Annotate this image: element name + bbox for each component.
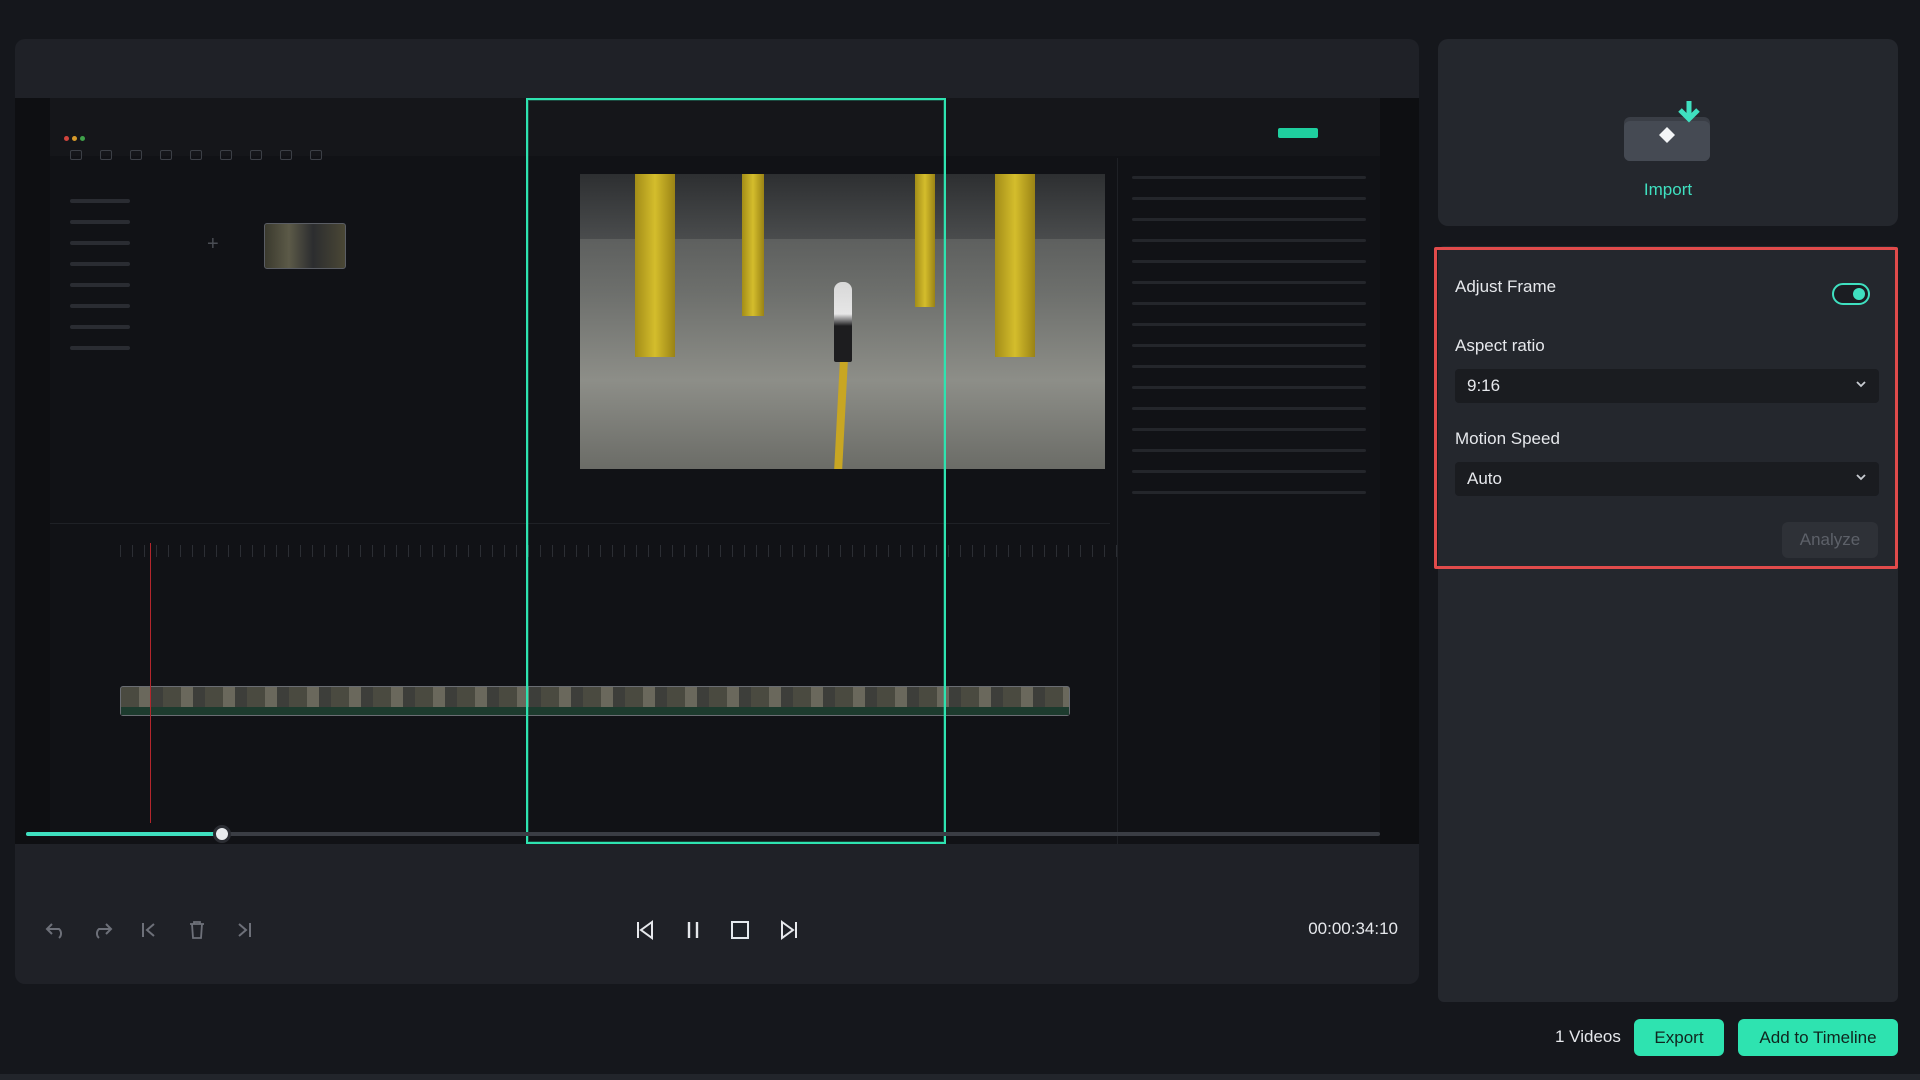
motion-speed-label: Motion Speed [1455, 429, 1560, 448]
mock-playhead [150, 543, 151, 823]
add-to-timeline-button[interactable]: Add to Timeline [1738, 1019, 1898, 1056]
analyze-button[interactable]: Analyze [1782, 522, 1878, 558]
adjust-frame-toggle[interactable] [1832, 283, 1870, 305]
window-title [780, 0, 1180, 6]
seek-bar-progress [26, 832, 223, 836]
aspect-ratio-select[interactable]: 9:16 [1455, 369, 1879, 403]
mock-media-thumbnail [264, 223, 346, 269]
mock-properties-panel [1117, 158, 1380, 844]
chevron-down-icon [1855, 470, 1867, 486]
import-button[interactable]: Import [1438, 39, 1898, 226]
chevron-down-icon [1855, 377, 1867, 393]
seek-bar[interactable] [26, 825, 1380, 843]
mock-toolbar [70, 150, 322, 170]
pause-icon[interactable] [677, 914, 709, 946]
crop-frame-box[interactable] [526, 98, 946, 844]
mock-import-plus-icon: + [207, 233, 219, 255]
export-button[interactable]: Export [1634, 1019, 1724, 1056]
jump-start-icon[interactable] [133, 914, 165, 946]
toggle-knob [1853, 288, 1865, 300]
import-label: Import [1643, 180, 1693, 199]
timecode: 00:00:34:10 [1308, 919, 1398, 938]
mock-export-button [1278, 128, 1318, 138]
motion-speed-select[interactable]: Auto [1455, 462, 1879, 496]
motion-speed-value: Auto [1467, 469, 1502, 488]
aspect-ratio-label: Aspect ratio [1455, 336, 1545, 355]
next-frame-icon[interactable] [773, 914, 805, 946]
stop-icon[interactable] [724, 914, 756, 946]
adjust-frame-label: Adjust Frame [1455, 277, 1557, 296]
mock-window-dots [64, 128, 88, 146]
trash-icon[interactable] [181, 914, 213, 946]
videos-count: 1 Videos [1555, 1027, 1621, 1046]
previous-frame-icon[interactable] [629, 914, 661, 946]
mock-sidebar [50, 182, 160, 522]
aspect-ratio-value: 9:16 [1467, 376, 1501, 395]
import-folder-icon [1620, 99, 1714, 163]
window-bottom-border [0, 1074, 1920, 1080]
jump-end-icon[interactable] [228, 914, 260, 946]
undo-icon[interactable] [40, 914, 72, 946]
redo-icon[interactable] [86, 914, 118, 946]
